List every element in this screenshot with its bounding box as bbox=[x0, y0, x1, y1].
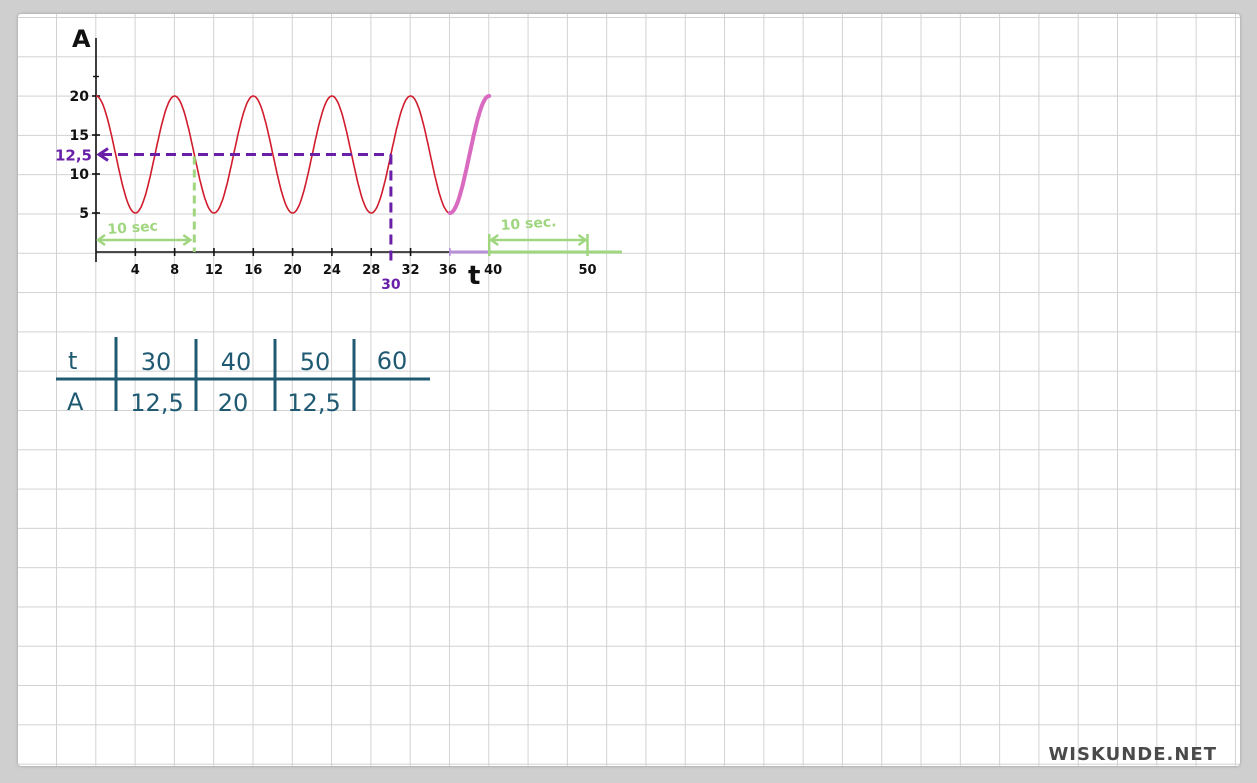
table-cell-t: 50 bbox=[300, 348, 331, 376]
x-tick-label: 50 bbox=[578, 263, 596, 278]
x-tick-label: 12 bbox=[205, 263, 223, 278]
x-tick-label: 8 bbox=[170, 263, 179, 278]
x-tick-label: 4 bbox=[131, 263, 140, 278]
level-value-label: 12,5 bbox=[55, 147, 92, 165]
table-row-header-t: t bbox=[68, 347, 77, 375]
series-line-main bbox=[95, 95, 450, 214]
sine-chart: 4 8 12 16 20 24 28 32 36 40 50 5 10 15 20 12,5 30 10 se… bbox=[55, 25, 622, 417]
table-cell-A: 20 bbox=[218, 389, 249, 417]
x-tick-label: 36 bbox=[439, 263, 457, 278]
x-tick-label: 40 bbox=[484, 263, 502, 278]
value-table: t A 30 40 50 60 12,5 20 12,5 bbox=[56, 337, 430, 417]
interval-1-label: 10 sec bbox=[107, 219, 158, 238]
table-cell-A: 12,5 bbox=[287, 389, 340, 417]
site-watermark: WISKUNDE.NET bbox=[1048, 744, 1217, 765]
interval-2-label: 10 sec. bbox=[500, 214, 557, 234]
table-cell-t: 60 bbox=[377, 347, 408, 375]
table-cell-t: 40 bbox=[221, 348, 252, 376]
x-tick-label: 28 bbox=[362, 263, 380, 278]
y-tick-label: 5 bbox=[79, 206, 89, 222]
marker-x-label: 30 bbox=[381, 277, 401, 293]
x-tick-label: 24 bbox=[323, 263, 341, 278]
y-tick-label: 20 bbox=[70, 89, 90, 105]
x-tick-label: 20 bbox=[284, 263, 302, 278]
x-tick-label: 32 bbox=[402, 263, 420, 278]
y-axis-label: A bbox=[72, 25, 91, 53]
table-cell-A: 12,5 bbox=[130, 389, 183, 417]
series-line-extension bbox=[447, 94, 492, 215]
y-tick-label: 10 bbox=[70, 167, 90, 183]
video-frame: 4 8 12 16 20 24 28 32 36 40 50 5 10 15 20 12,5 30 10 se… bbox=[0, 0, 1257, 783]
x-axis-label: t bbox=[468, 261, 480, 291]
table-cell-t: 30 bbox=[141, 348, 172, 376]
table-row-header-A: A bbox=[67, 388, 84, 416]
y-tick-label: 15 bbox=[70, 128, 89, 144]
x-tick-label: 16 bbox=[244, 263, 262, 278]
